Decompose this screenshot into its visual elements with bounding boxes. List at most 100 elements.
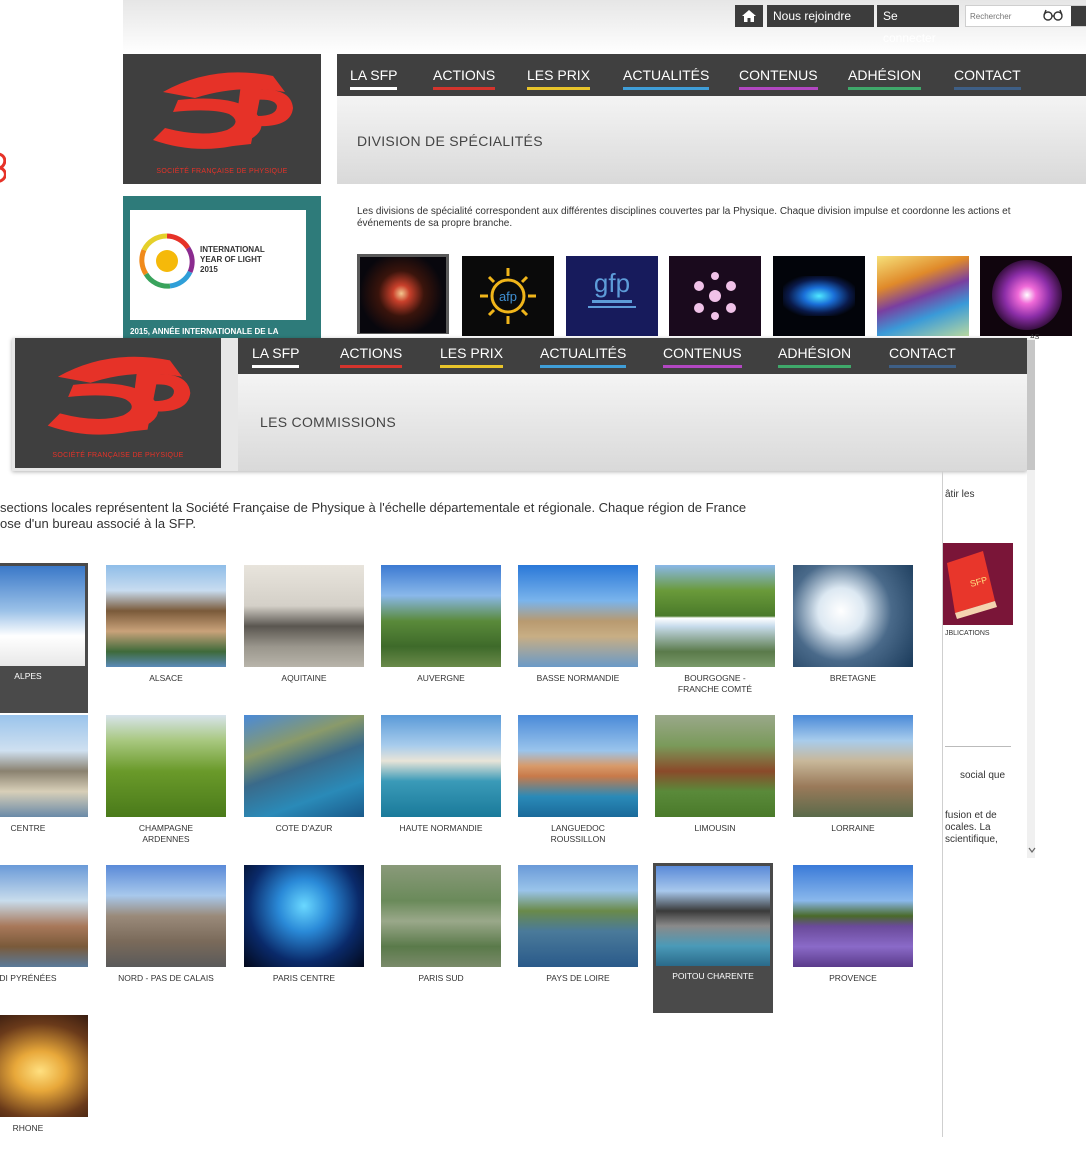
iyl-card: INTERNATIONAL YEAR OF LIGHT 2015 xyxy=(130,210,306,320)
nav-les-prix[interactable]: LES PRIX xyxy=(527,67,591,90)
iyl-banner[interactable]: INTERNATIONAL YEAR OF LIGHT 2015 2015, A… xyxy=(123,196,321,346)
region-tile-auvergne[interactable]: AUVERGNE xyxy=(381,565,501,715)
nav-label: ADHÉSION xyxy=(778,345,852,361)
nav-adhesion[interactable]: ADHÉSION xyxy=(848,67,922,90)
division-thumb-astrophysique[interactable] xyxy=(357,254,449,334)
nav-actions[interactable]: ACTIONS xyxy=(433,67,496,90)
nav-la-sfp[interactable]: LA SFP xyxy=(252,345,300,368)
side-text-social: social que xyxy=(960,770,1006,781)
login-button[interactable]: Se connecter xyxy=(877,5,959,45)
nav-underline xyxy=(848,87,922,90)
region-image-centre xyxy=(0,715,88,817)
region-tile-poitou-charente[interactable]: POITOU CHARENTE xyxy=(653,863,773,1013)
division-thumb-optique[interactable]: afp xyxy=(462,256,554,336)
nav-label: CONTENUS xyxy=(663,345,742,361)
division-thumb-matiere[interactable] xyxy=(877,256,969,336)
division-thumb-lasers[interactable] xyxy=(669,256,761,336)
nav-underline xyxy=(954,87,1021,90)
nav-adhesion[interactable]: ADHÉSION xyxy=(778,345,852,368)
svg-text:afp: afp xyxy=(499,289,517,304)
region-image-alpes xyxy=(0,566,85,666)
region-label: PARIS CENTRE xyxy=(272,973,336,983)
region-tile-midi-pyrenees[interactable]: DI PYRÉNÉES xyxy=(0,865,88,1015)
home-icon[interactable] xyxy=(735,5,763,27)
nav-contact[interactable]: CONTACT xyxy=(954,67,1021,90)
division-thumb-plasmas[interactable] xyxy=(980,256,1072,336)
region-image-midi-pyrenees xyxy=(0,865,88,967)
division-thumb-atomique[interactable] xyxy=(773,256,865,336)
region-label: BRETAGNE xyxy=(829,673,877,683)
region-tile-lorraine[interactable]: LORRAINE xyxy=(793,715,913,865)
region-tile-alsace[interactable]: ALSACE xyxy=(106,565,226,715)
nav-actualites[interactable]: ACTUALITÉS xyxy=(623,67,710,90)
sfp-logo[interactable]: SOCIÉTÉ FRANÇAISE DE PHYSIQUE xyxy=(123,54,321,184)
region-label: POITOU CHARENTE xyxy=(672,971,754,981)
region-tile-bourgogne[interactable]: BOURGOGNE - FRANCHE COMTÉ xyxy=(655,565,775,715)
region-tile-aquitaine[interactable]: AQUITAINE xyxy=(244,565,364,715)
page-title-band: DIVISION DE SPÉCIALITÉS xyxy=(337,96,1086,184)
region-tile-nord[interactable]: NORD - PAS DE CALAIS xyxy=(106,865,226,1015)
region-tile-limousin[interactable]: LIMOUSIN xyxy=(655,715,775,865)
nav-la-sfp[interactable]: LA SFP xyxy=(350,67,398,90)
search-box xyxy=(965,5,1086,27)
side-text-fusion: fusion et de ocales. La scientifique, xyxy=(945,810,998,846)
region-label: LIMOUSIN xyxy=(694,823,736,833)
iyl-line: 2015 xyxy=(200,265,218,274)
accessibility-glasses-icon[interactable] xyxy=(1042,8,1064,25)
partial-red-glyph xyxy=(0,150,6,185)
search-input[interactable] xyxy=(970,9,1030,23)
region-tile-haute-normandie[interactable]: HAUTE NORMANDIE xyxy=(381,715,501,865)
region-image-bourgogne xyxy=(655,565,775,667)
region-tile-provence[interactable]: PROVENCE xyxy=(793,865,913,1015)
page-title: LES COMMISSIONS xyxy=(260,414,396,430)
iyl-sun-icon xyxy=(139,233,195,289)
nav-actualites[interactable]: ACTUALITÉS xyxy=(540,345,627,368)
iyl-title: INTERNATIONAL YEAR OF LIGHT 2015 xyxy=(200,245,265,275)
region-image-rhone xyxy=(0,1015,88,1117)
region-tile-basse-normandie[interactable]: BASSE NORMANDIE xyxy=(518,565,638,715)
nav-les-prix[interactable]: LES PRIX xyxy=(440,345,504,368)
nav-label: LES PRIX xyxy=(527,67,591,83)
description-line: ose d'un bureau associé à la SFP. xyxy=(0,516,196,531)
publications-book-image[interactable]: SFP xyxy=(943,543,1013,625)
sfp-logo[interactable]: SOCIÉTÉ FRANÇAISE DE PHYSIQUE xyxy=(15,338,221,468)
division-thumb-image: afp xyxy=(480,268,536,324)
search-button[interactable] xyxy=(1071,6,1086,26)
nav-label: ACTIONS xyxy=(340,345,403,361)
region-tile-cote-d-azur[interactable]: COTE D'AZUR xyxy=(244,715,364,865)
region-tile-alpes[interactable]: ALPES xyxy=(0,563,88,713)
svg-text:gfp: gfp xyxy=(594,268,630,298)
division-thumb-polymeres[interactable]: gfp xyxy=(566,256,658,336)
nav-label: LA SFP xyxy=(252,345,300,361)
nav-contact[interactable]: CONTACT xyxy=(889,345,956,368)
nav-label: ADHÉSION xyxy=(848,67,922,83)
nav-contenus[interactable]: CONTENUS xyxy=(663,345,742,368)
description-line: sections locales représentent la Société… xyxy=(0,500,747,515)
region-tile-languedoc[interactable]: LANGUEDOC ROUSSILLON xyxy=(518,715,638,865)
scroll-down-icon[interactable] xyxy=(1028,846,1036,856)
iyl-caption: 2015, ANNÉE INTERNATIONALE DE LA xyxy=(130,327,279,336)
region-tile-rhone[interactable]: RHONE xyxy=(0,1015,88,1165)
region-tile-paris-sud[interactable]: PARIS SUD xyxy=(381,865,501,1015)
nav-underline xyxy=(540,365,627,368)
nav-underline xyxy=(663,365,742,368)
region-label: LANGUEDOC ROUSSILLON xyxy=(550,823,606,844)
nav-underline xyxy=(252,365,300,368)
scrollbar-thumb[interactable] xyxy=(1027,340,1035,470)
nav-contenus[interactable]: CONTENUS xyxy=(739,67,818,90)
nav-actions[interactable]: ACTIONS xyxy=(340,345,403,368)
nav-label: LES PRIX xyxy=(440,345,504,361)
region-label: PROVENCE xyxy=(829,973,877,983)
iyl-line: YEAR OF LIGHT xyxy=(200,255,262,264)
region-image-poitou-charente xyxy=(656,866,770,966)
region-tile-bretagne[interactable]: BRETAGNE xyxy=(793,565,913,715)
region-label: AUVERGNE xyxy=(417,673,465,683)
region-tile-champagne[interactable]: CHAMPAGNE ARDENNES xyxy=(106,715,226,865)
region-tile-centre[interactable]: CENTRE xyxy=(0,715,88,865)
region-label: NORD - PAS DE CALAIS xyxy=(118,973,214,983)
region-tile-pays-de-loire[interactable]: PAYS DE LOIRE xyxy=(518,865,638,1015)
join-button[interactable]: Nous rejoindre xyxy=(767,5,874,27)
region-tile-paris-centre[interactable]: PARIS CENTRE xyxy=(244,865,364,1015)
division-thumb-image xyxy=(360,257,446,333)
region-label: PAYS DE LOIRE xyxy=(546,973,610,983)
